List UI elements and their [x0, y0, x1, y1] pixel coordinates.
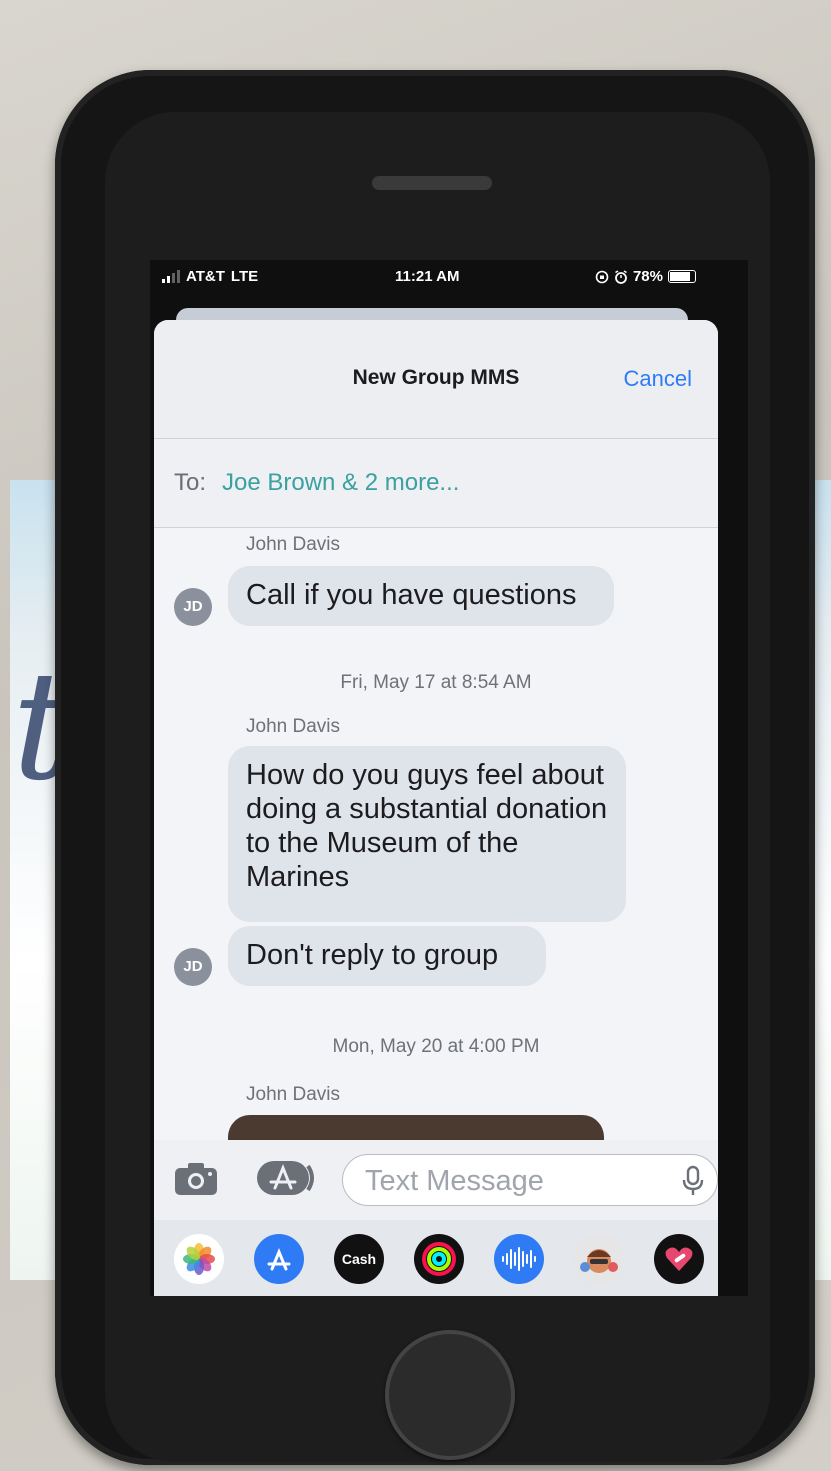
carrier-name: AT&T — [186, 268, 225, 285]
recipients-label: To: — [174, 469, 207, 496]
activity-icon[interactable] — [414, 1234, 464, 1284]
orientation-lock-icon — [595, 270, 609, 283]
phone-screen: AT&T LTE 11:21 AM 78% New Group MMS Canc… — [150, 260, 748, 1296]
photos-icon[interactable] — [174, 1234, 224, 1284]
message-timestamp: Fri, May 17 at 8:54 AM — [340, 672, 532, 693]
message-sender: John Davis — [246, 716, 340, 737]
status-indicators: 78% — [595, 268, 696, 285]
battery-percent: 78% — [632, 268, 663, 285]
earpiece-speaker — [372, 176, 492, 190]
message-input[interactable] — [363, 1163, 657, 1199]
composer-bar — [154, 1140, 718, 1220]
avatar[interactable]: JD — [174, 948, 212, 986]
microphone-icon[interactable] — [681, 1165, 705, 1197]
carrier-info: AT&T LTE — [162, 268, 258, 285]
avatar[interactable]: JD — [174, 588, 212, 626]
message-timestamp: Mon, May 20 at 4:00 PM — [332, 1036, 540, 1057]
message-bubble[interactable]: How do you guys feel about doing a subst… — [228, 746, 626, 922]
network-type: LTE — [230, 268, 259, 285]
cancel-button[interactable]: Cancel — [624, 366, 692, 392]
digital-touch-icon[interactable] — [654, 1234, 704, 1284]
home-button[interactable] — [385, 1330, 515, 1460]
apple-cash-label: Cash — [341, 1251, 377, 1267]
apple-cash-icon[interactable]: Cash — [334, 1234, 384, 1284]
camera-icon[interactable] — [174, 1162, 218, 1196]
battery-icon — [668, 270, 696, 283]
status-bar: AT&T LTE 11:21 AM 78% — [150, 260, 748, 296]
nav-bar: New Group MMS Cancel — [154, 320, 718, 439]
app-store-icon[interactable] — [256, 1160, 318, 1196]
audio-message-icon[interactable] — [494, 1234, 544, 1284]
recipients-value[interactable]: Joe Brown & 2 more... — [222, 469, 459, 497]
alarm-icon — [615, 269, 627, 284]
recipients-field[interactable]: To: Joe Brown & 2 more... — [154, 439, 718, 528]
app-drawer: Cash — [154, 1220, 718, 1296]
message-sender: John Davis — [246, 1084, 340, 1105]
signal-icon — [162, 270, 180, 283]
status-time: 11:21 AM — [395, 268, 460, 285]
message-sender: John Davis — [246, 534, 340, 555]
message-input-container[interactable] — [342, 1154, 718, 1206]
compose-sheet: New Group MMS Cancel To: Joe Brown & 2 m… — [154, 320, 718, 1296]
app-store-icon[interactable] — [254, 1234, 304, 1284]
message-bubble[interactable]: Call if you have questions — [228, 566, 614, 626]
message-bubble[interactable]: Don't reply to group — [228, 926, 546, 986]
memoji-icon[interactable] — [574, 1234, 624, 1284]
